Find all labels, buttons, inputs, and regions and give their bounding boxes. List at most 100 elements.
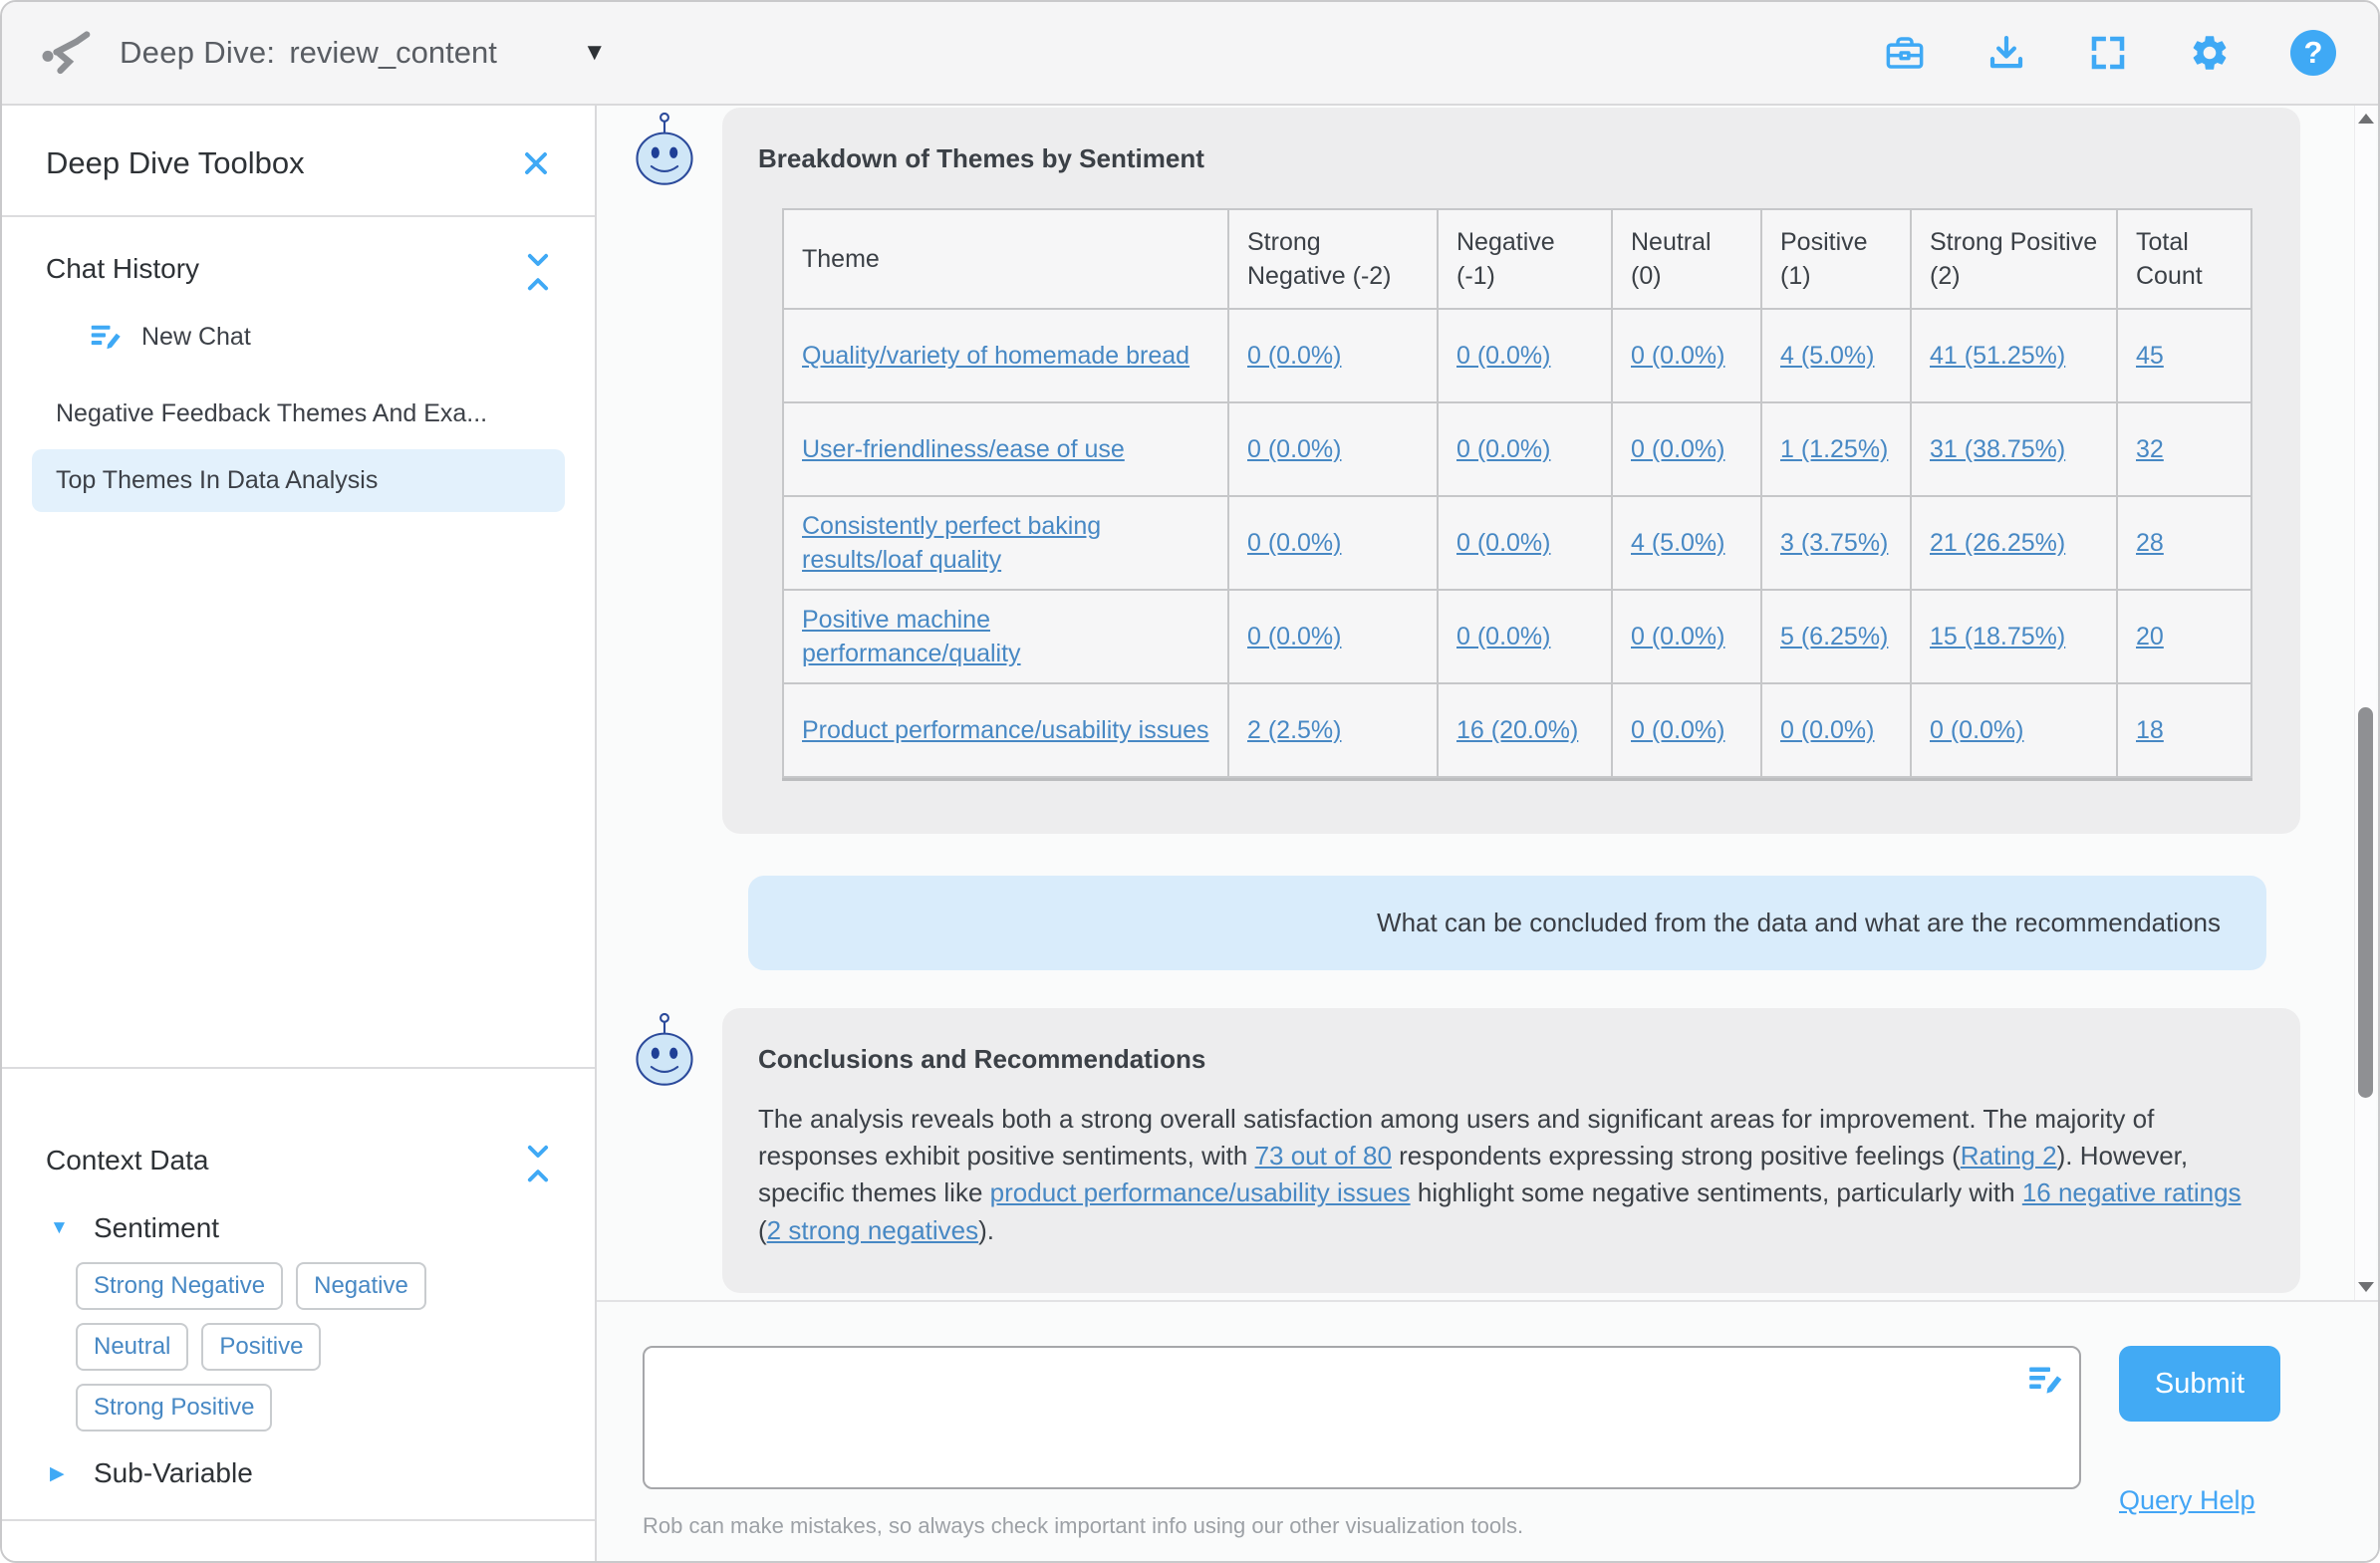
count-link[interactable]: 0 (0.0%) bbox=[1456, 623, 1550, 651]
scroll-down-arrow-icon[interactable] bbox=[2358, 1282, 2374, 1292]
column-header: Strong Positive (2) bbox=[1911, 209, 2117, 309]
count-link[interactable]: 28 bbox=[2136, 529, 2164, 557]
count-link[interactable]: 0 (0.0%) bbox=[1456, 342, 1550, 370]
count-link[interactable]: 0 (0.0%) bbox=[1631, 716, 1724, 744]
theme-link[interactable]: User-friendliness/ease of use bbox=[802, 435, 1125, 463]
count-link[interactable]: 41 (51.25%) bbox=[1930, 342, 2065, 370]
dataset-dropdown-caret-icon[interactable]: ▼ bbox=[583, 39, 607, 67]
sentiment-chip[interactable]: Positive bbox=[201, 1323, 321, 1371]
count-link[interactable]: 16 (20.0%) bbox=[1456, 716, 1578, 744]
chevron-expanded-icon[interactable]: ▼ bbox=[50, 1217, 74, 1239]
theme-link[interactable]: Product performance/usability issues bbox=[802, 716, 1209, 744]
count-link[interactable]: 21 (26.25%) bbox=[1930, 529, 2065, 557]
column-header: Negative (-1) bbox=[1438, 209, 1612, 309]
count-link[interactable]: 18 bbox=[2136, 716, 2164, 744]
dataset-name: review_content bbox=[289, 35, 497, 71]
body-row: Deep Dive Toolbox Chat History bbox=[2, 106, 2378, 1561]
count-cell: 0 (0.0%) bbox=[1228, 496, 1438, 590]
sentiment-tree-row[interactable]: ▼ Sentiment bbox=[2, 1186, 595, 1252]
count-link[interactable]: 0 (0.0%) bbox=[1631, 435, 1724, 463]
bot-message-conclusion: Conclusions and Recommendations The anal… bbox=[597, 1008, 2378, 1293]
user-message-bubble: What can be concluded from the data and … bbox=[748, 876, 2266, 970]
scrollbar-thumb[interactable] bbox=[2358, 707, 2373, 1098]
compose-icon[interactable] bbox=[2025, 1360, 2065, 1400]
sidebar-lower: Context Data ▼ Sentiment Strong Negative… bbox=[2, 1067, 595, 1561]
chat-history-item[interactable]: Top Themes In Data Analysis bbox=[32, 449, 565, 512]
bot-avatar bbox=[633, 112, 696, 834]
count-link[interactable]: 0 (0.0%) bbox=[1247, 435, 1341, 463]
collapse-section-icon[interactable] bbox=[525, 251, 551, 287]
sub-variable-tree-row[interactable]: ▶ Sub-Variable bbox=[2, 1432, 595, 1519]
settings-gear-icon[interactable] bbox=[2189, 32, 2231, 74]
query-input[interactable] bbox=[643, 1346, 2081, 1489]
count-link[interactable]: 31 (38.75%) bbox=[1930, 435, 2065, 463]
chevron-collapsed-icon[interactable]: ▶ bbox=[50, 1462, 74, 1485]
sentiment-table-head-row: ThemeStrong Negative (-2)Negative (-1)Ne… bbox=[783, 209, 2251, 309]
count-cell: 41 (51.25%) bbox=[1911, 309, 2117, 402]
count-link[interactable]: 0 (0.0%) bbox=[1930, 716, 2023, 744]
table-row: Consistently perfect baking results/loaf… bbox=[783, 496, 2251, 590]
count-link[interactable]: 0 (0.0%) bbox=[1631, 623, 1724, 651]
count-link[interactable]: 5 (6.25%) bbox=[1780, 623, 1888, 651]
count-cell: 16 (20.0%) bbox=[1438, 683, 1612, 777]
count-cell: 5 (6.25%) bbox=[1761, 590, 1911, 683]
query-help-link[interactable]: Query Help bbox=[2119, 1485, 2255, 1516]
user-message-row: What can be concluded from the data and … bbox=[597, 834, 2378, 970]
inline-link[interactable]: 16 negative ratings bbox=[2022, 1177, 2242, 1207]
inline-link[interactable]: 2 strong negatives bbox=[767, 1215, 978, 1245]
count-link[interactable]: 0 (0.0%) bbox=[1780, 716, 1874, 744]
close-icon[interactable] bbox=[521, 148, 551, 178]
bot-message-table: Breakdown of Themes by Sentiment ThemeSt… bbox=[597, 108, 2378, 834]
inline-link[interactable]: Rating 2 bbox=[1961, 1141, 2057, 1171]
toolbox-icon[interactable] bbox=[1884, 32, 1926, 74]
count-link[interactable]: 15 (18.75%) bbox=[1930, 623, 2065, 651]
bot-message-block: Conclusions and Recommendations The anal… bbox=[722, 1008, 2300, 1293]
query-box-wrap bbox=[643, 1346, 2081, 1489]
count-link[interactable]: 20 bbox=[2136, 623, 2164, 651]
column-header: Total Count bbox=[2117, 209, 2251, 309]
column-header: Neutral (0) bbox=[1612, 209, 1761, 309]
count-link[interactable]: 0 (0.0%) bbox=[1247, 342, 1341, 370]
count-link[interactable]: 0 (0.0%) bbox=[1247, 529, 1341, 557]
count-link[interactable]: 3 (3.75%) bbox=[1780, 529, 1888, 557]
count-link[interactable]: 0 (0.0%) bbox=[1631, 342, 1724, 370]
scroll-up-arrow-icon[interactable] bbox=[2358, 114, 2374, 124]
count-link[interactable]: 2 (2.5%) bbox=[1247, 716, 1341, 744]
query-column: Rob can make mistakes, so always check i… bbox=[643, 1346, 2081, 1539]
count-link[interactable]: 4 (5.0%) bbox=[1631, 529, 1724, 557]
count-link[interactable]: 0 (0.0%) bbox=[1456, 435, 1550, 463]
submit-button[interactable]: Submit bbox=[2119, 1346, 2280, 1422]
inline-link[interactable]: product performance/usability issues bbox=[990, 1177, 1411, 1207]
count-link[interactable]: 0 (0.0%) bbox=[1247, 623, 1341, 651]
column-header: Strong Negative (-2) bbox=[1228, 209, 1438, 309]
inline-link[interactable]: 73 out of 80 bbox=[1255, 1141, 1392, 1171]
sub-variable-label: Sub-Variable bbox=[94, 1457, 253, 1489]
chat-message-area: Breakdown of Themes by Sentiment ThemeSt… bbox=[597, 106, 2378, 1300]
sentiment-chip[interactable]: Strong Positive bbox=[76, 1384, 272, 1432]
count-cell: 45 bbox=[2117, 309, 2251, 402]
count-link[interactable]: 1 (1.25%) bbox=[1780, 435, 1888, 463]
theme-cell: Quality/variety of homemade bread bbox=[783, 309, 1228, 402]
deep-dive-logo-icon bbox=[38, 29, 96, 77]
chat-history-item[interactable]: Negative Feedback Themes And Exa... bbox=[32, 383, 565, 445]
chat-scrollbar[interactable] bbox=[2354, 106, 2376, 1300]
count-link[interactable]: 4 (5.0%) bbox=[1780, 342, 1874, 370]
count-cell: 31 (38.75%) bbox=[1911, 402, 2117, 496]
download-icon[interactable] bbox=[1985, 32, 2027, 74]
theme-link[interactable]: Consistently perfect baking results/loaf… bbox=[802, 512, 1101, 574]
theme-link[interactable]: Positive machine performance/quality bbox=[802, 606, 1021, 667]
sentiment-chip[interactable]: Neutral bbox=[76, 1323, 188, 1371]
count-link[interactable]: 32 bbox=[2136, 435, 2164, 463]
sentiment-chip[interactable]: Negative bbox=[296, 1262, 426, 1310]
count-cell: 0 (0.0%) bbox=[1438, 590, 1612, 683]
count-link[interactable]: 0 (0.0%) bbox=[1456, 529, 1550, 557]
fullscreen-icon[interactable] bbox=[2087, 32, 2129, 74]
count-cell: 32 bbox=[2117, 402, 2251, 496]
help-icon[interactable]: ? bbox=[2290, 30, 2336, 76]
collapse-section-icon[interactable] bbox=[525, 1143, 551, 1178]
count-link[interactable]: 45 bbox=[2136, 342, 2164, 370]
count-cell: 0 (0.0%) bbox=[1612, 683, 1761, 777]
sentiment-chip[interactable]: Strong Negative bbox=[76, 1262, 283, 1310]
new-chat-button[interactable]: New Chat bbox=[2, 295, 595, 361]
theme-link[interactable]: Quality/variety of homemade bread bbox=[802, 342, 1190, 370]
